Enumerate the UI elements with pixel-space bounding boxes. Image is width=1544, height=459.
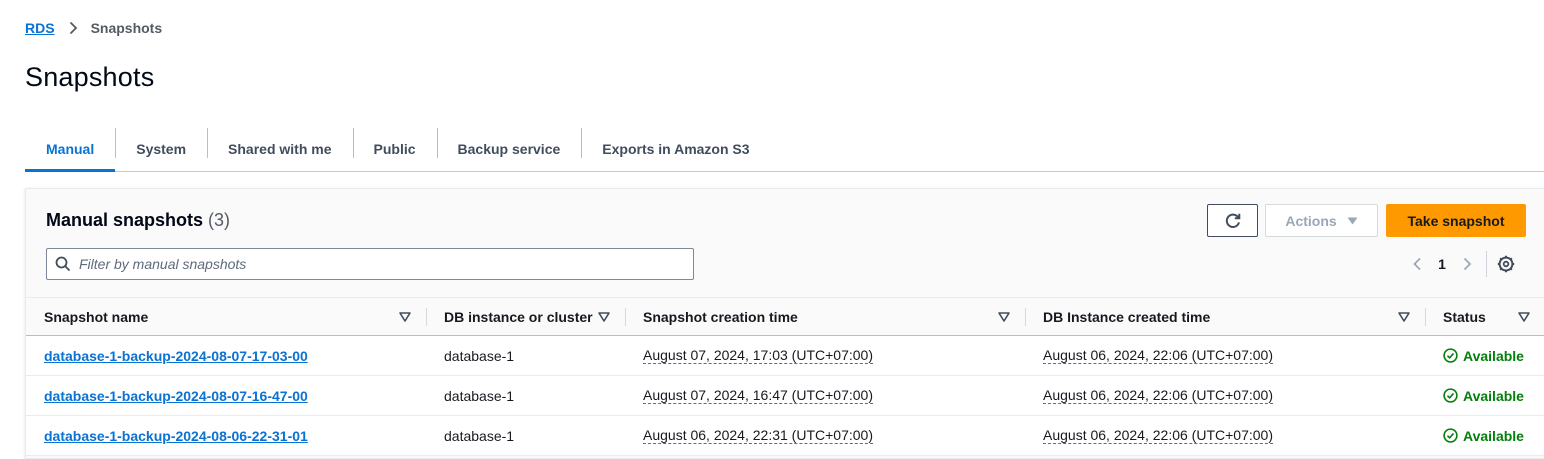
table-header-row: Snapshot name DB instance or cluster Sna…	[26, 297, 1544, 336]
actions-label: Actions	[1285, 212, 1337, 229]
tab-exports-s3[interactable]: Exports in Amazon S3	[581, 127, 770, 171]
current-page-number[interactable]: 1	[1428, 256, 1456, 272]
status-cell: Available	[1425, 376, 1544, 415]
search-input[interactable]	[79, 256, 679, 272]
snapshot-name-cell: database-1-backup-2024-08-07-17-03-00	[26, 336, 426, 375]
status-text: Available	[1463, 427, 1524, 444]
refresh-button[interactable]	[1207, 204, 1258, 237]
previous-page-button[interactable]	[1406, 252, 1428, 276]
snapshot-creation-time-cell: August 07, 2024, 16:47 (UTC+07:00)	[625, 376, 1025, 415]
column-header-label: Snapshot name	[44, 309, 149, 325]
tab-public[interactable]: Public	[352, 127, 437, 171]
snapshot-creation-time-cell: August 07, 2024, 17:03 (UTC+07:00)	[625, 336, 1025, 375]
check-circle-icon	[1443, 348, 1458, 363]
panel-title: Manual snapshots (3)	[46, 210, 230, 231]
snapshot-name-cell: database-1-backup-2024-08-07-16-47-00	[26, 376, 426, 415]
snapshot-count: (3)	[208, 210, 231, 230]
table-row: database-1-backup-2024-08-07-17-03-00 da…	[26, 336, 1544, 376]
snapshot-name-link[interactable]: database-1-backup-2024-08-07-17-03-00	[44, 348, 308, 364]
status-text: Available	[1463, 347, 1524, 364]
column-header-snapshot-name[interactable]: Snapshot name	[26, 298, 426, 336]
instance-created-time[interactable]: August 06, 2024, 22:06 (UTC+07:00)	[1043, 427, 1273, 444]
chevron-left-icon	[1412, 257, 1421, 271]
status-badge: Available	[1443, 388, 1524, 404]
panel-title-text: Manual snapshots	[46, 210, 204, 230]
tab-shared-with-me[interactable]: Shared with me	[207, 127, 352, 171]
snapshot-creation-time[interactable]: August 07, 2024, 16:47 (UTC+07:00)	[643, 387, 873, 404]
tab-backup-service[interactable]: Backup service	[436, 127, 582, 171]
snapshot-creation-time[interactable]: August 07, 2024, 17:03 (UTC+07:00)	[643, 347, 873, 364]
db-instance-cell: database-1	[444, 387, 515, 404]
preferences-button[interactable]	[1495, 252, 1517, 276]
table-row: database-1-backup-2024-08-06-22-31-01 da…	[26, 416, 1544, 456]
column-header-label: DB Instance created time	[1043, 309, 1211, 325]
snapshots-table: Snapshot name DB instance or cluster Sna…	[26, 297, 1544, 456]
snapshot-name-link[interactable]: database-1-backup-2024-08-06-22-31-01	[44, 428, 308, 444]
check-circle-icon	[1443, 388, 1458, 403]
snapshot-creation-time[interactable]: August 06, 2024, 22:31 (UTC+07:00)	[643, 427, 873, 444]
next-page-button[interactable]	[1456, 252, 1478, 276]
search-field	[46, 248, 694, 280]
search-icon	[55, 256, 71, 272]
snapshot-name-link[interactable]: database-1-backup-2024-08-07-16-47-00	[44, 388, 308, 404]
gear-icon	[1497, 255, 1515, 273]
instance-created-time[interactable]: August 06, 2024, 22:06 (UTC+07:00)	[1043, 387, 1273, 404]
sort-caret-icon	[399, 312, 411, 322]
instance-created-time-cell: August 06, 2024, 22:06 (UTC+07:00)	[1025, 336, 1425, 375]
column-header-label: DB instance or cluster	[444, 309, 593, 325]
breadcrumb: RDS Snapshots	[25, 19, 162, 37]
chevron-right-icon	[1463, 257, 1471, 271]
breadcrumb-current: Snapshots	[90, 20, 163, 36]
status-badge: Available	[1443, 348, 1524, 364]
column-header-label: Snapshot creation time	[643, 309, 798, 325]
instance-created-time[interactable]: August 06, 2024, 22:06 (UTC+07:00)	[1043, 347, 1273, 364]
refresh-icon	[1225, 213, 1240, 228]
table-row: database-1-backup-2024-08-07-16-47-00 da…	[26, 376, 1544, 416]
column-header-instance-created-time[interactable]: DB Instance created time	[1025, 298, 1425, 336]
page-title: Snapshots	[25, 62, 155, 92]
tab-manual[interactable]: Manual	[25, 127, 116, 172]
column-header-status[interactable]: Status	[1425, 298, 1544, 336]
status-badge: Available	[1443, 428, 1524, 444]
db-instance-cell: database-1	[444, 347, 515, 364]
snapshot-creation-time-cell: August 06, 2024, 22:31 (UTC+07:00)	[625, 416, 1025, 455]
sort-caret-icon	[598, 312, 610, 322]
sort-caret-icon	[1518, 312, 1530, 322]
instance-created-time-cell: August 06, 2024, 22:06 (UTC+07:00)	[1025, 376, 1425, 415]
check-circle-icon	[1443, 428, 1458, 443]
caret-down-icon	[1347, 217, 1358, 224]
sort-caret-icon	[998, 312, 1010, 322]
take-snapshot-button[interactable]: Take snapshot	[1386, 204, 1526, 237]
column-header-snapshot-creation-time[interactable]: Snapshot creation time	[625, 298, 1025, 336]
instance-created-time-cell: August 06, 2024, 22:06 (UTC+07:00)	[1025, 416, 1425, 455]
db-instance-cell: database-1	[444, 427, 515, 444]
column-header-label: Status	[1443, 309, 1486, 325]
column-header-db-instance[interactable]: DB instance or cluster	[426, 298, 625, 336]
status-cell: Available	[1425, 416, 1544, 455]
pagination: 1	[1406, 251, 1517, 277]
chevron-right-icon	[63, 19, 85, 37]
status-cell: Available	[1425, 336, 1544, 375]
snapshot-name-cell: database-1-backup-2024-08-06-22-31-01	[26, 416, 426, 455]
tab-system[interactable]: System	[115, 127, 207, 171]
manual-snapshots-panel: Manual snapshots (3) Actions Take snapsh…	[25, 188, 1544, 459]
status-text: Available	[1463, 387, 1524, 404]
breadcrumb-rds-link[interactable]: RDS	[25, 20, 55, 36]
actions-dropdown[interactable]: Actions	[1265, 204, 1378, 237]
snapshot-tabs: Manual System Shared with me Public Back…	[25, 127, 1544, 172]
pagination-divider	[1486, 251, 1487, 277]
sort-caret-icon	[1398, 312, 1410, 322]
